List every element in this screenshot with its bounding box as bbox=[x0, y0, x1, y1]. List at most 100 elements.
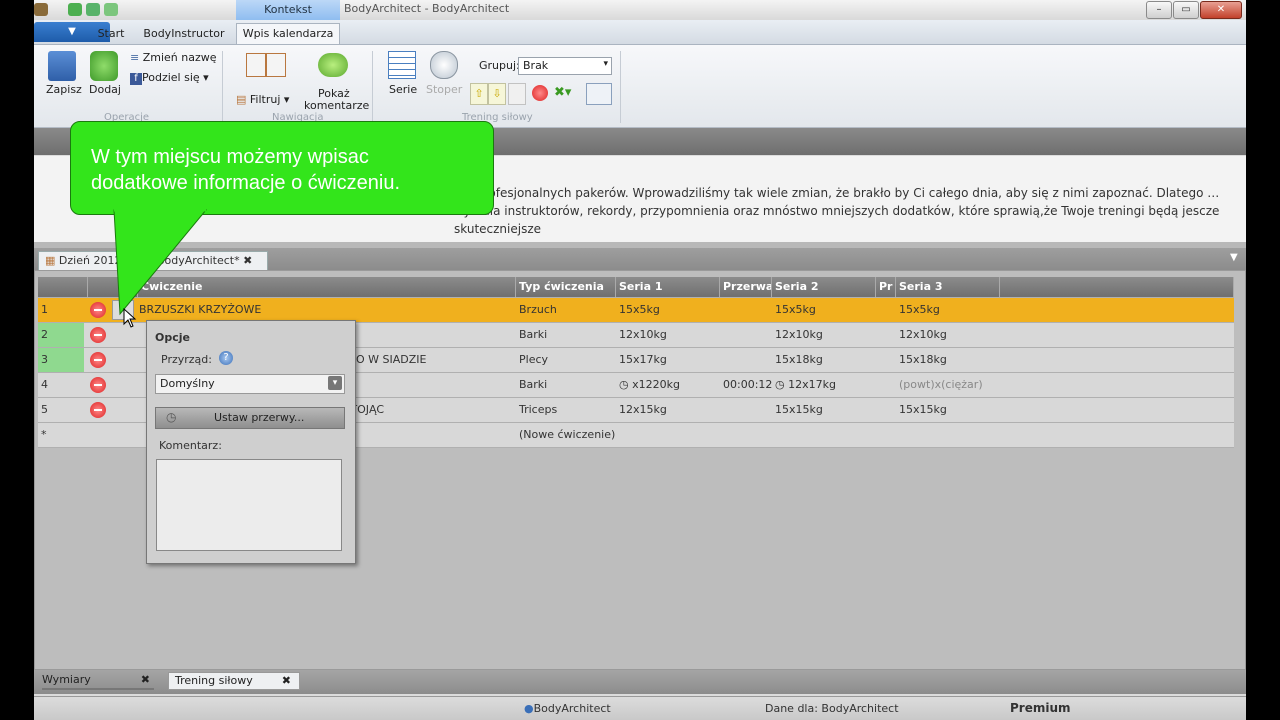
type-cell[interactable]: Barki bbox=[516, 373, 616, 397]
bottom-tabs: Wymiary ✖ Trening siłowy ✖ bbox=[34, 670, 1246, 694]
group-separator bbox=[372, 51, 373, 123]
set-1-cell[interactable]: ◷ x1220kg bbox=[616, 373, 720, 397]
assign-label: Przyrząd: bbox=[161, 353, 212, 366]
chevron-down-icon: ▾ bbox=[328, 376, 342, 390]
maximize-button[interactable]: ▭ bbox=[1173, 1, 1199, 19]
set-3-cell[interactable]: 15x5kg bbox=[896, 298, 1000, 322]
set-2-cell[interactable]: 15x15kg bbox=[772, 398, 876, 422]
set-2-cell[interactable]: ◷ 12x17kg bbox=[772, 373, 876, 397]
header-type[interactable]: Typ ćwiczenia bbox=[516, 277, 616, 297]
forward-icon[interactable] bbox=[104, 3, 118, 16]
help-icon[interactable]: ? bbox=[219, 351, 233, 365]
context-tab[interactable]: Kontekst bbox=[236, 0, 340, 20]
delete-row-icon[interactable] bbox=[90, 352, 106, 368]
refresh-icon[interactable] bbox=[68, 3, 82, 16]
columns-icon[interactable] bbox=[586, 83, 612, 105]
type-cell[interactable]: Triceps bbox=[516, 398, 616, 422]
back-icon[interactable] bbox=[86, 3, 100, 16]
row-index: 1 bbox=[41, 303, 48, 316]
save-button[interactable]: Zapisz bbox=[46, 83, 82, 96]
set-3-cell[interactable]: 15x15kg bbox=[896, 398, 1000, 422]
set-1-cell[interactable]: 15x17kg bbox=[616, 348, 720, 372]
popup-title: Opcje bbox=[155, 331, 190, 344]
series-button[interactable]: Serie bbox=[389, 83, 417, 96]
rest-cell[interactable] bbox=[720, 348, 772, 372]
series-grid-icon[interactable] bbox=[388, 51, 416, 79]
options-popup: Opcje Przyrząd: ? Domyślny ▾ ◷ Ustaw prz… bbox=[146, 320, 356, 564]
header-set-1[interactable]: Seria 1 bbox=[616, 277, 720, 297]
new-exercise-cell[interactable]: (Nowe ćwiczenie) bbox=[516, 423, 716, 447]
user-icon: ● bbox=[524, 702, 534, 715]
rename-button[interactable]: ≡ Zmień nazwę bbox=[130, 51, 217, 64]
type-cell[interactable]: Plecy bbox=[516, 348, 616, 372]
tab-bodyinstructor[interactable]: BodyInstructor bbox=[140, 24, 228, 44]
delete-row-icon[interactable] bbox=[90, 402, 106, 418]
header-set-3[interactable]: Seria 3 bbox=[896, 277, 1000, 297]
set-1-cell[interactable]: 12x10kg bbox=[616, 323, 720, 347]
assign-select[interactable]: Domyślny ▾ bbox=[155, 374, 345, 394]
mouse-cursor-icon bbox=[123, 308, 137, 328]
calendar-prev-icon[interactable] bbox=[246, 53, 266, 77]
group-separator bbox=[222, 51, 223, 123]
tab-calendar-entry[interactable]: Wpis kalendarza bbox=[236, 23, 340, 44]
rest-cell[interactable] bbox=[720, 298, 772, 322]
close-tab-icon[interactable]: ✖ bbox=[141, 672, 150, 688]
group-by-select[interactable]: Brak ▾ bbox=[518, 57, 612, 75]
rest-cell[interactable]: 00:00:12 bbox=[720, 373, 772, 397]
set-3-cell[interactable]: (powt)x(ciężar) bbox=[896, 373, 1000, 397]
delete-row-icon[interactable] bbox=[90, 377, 106, 393]
tab-measurements[interactable]: Wymiary ✖ bbox=[42, 672, 154, 690]
delete-row-icon[interactable] bbox=[90, 327, 106, 343]
set-2-cell[interactable]: 12x10kg bbox=[772, 323, 876, 347]
title-bar: Kontekst BodyArchitect - BodyArchitect –… bbox=[34, 0, 1246, 20]
comment-label: Komentarz: bbox=[159, 439, 222, 452]
move-down-icon[interactable]: ⇩ bbox=[488, 83, 506, 105]
rest-cell[interactable] bbox=[720, 398, 772, 422]
cut-icon[interactable]: ✖▾ bbox=[554, 85, 576, 101]
filter-button[interactable]: ▤ Filtruj ▾ bbox=[236, 93, 289, 106]
stopwatch-button[interactable]: Stoper bbox=[426, 83, 462, 96]
remove-icon[interactable] bbox=[532, 85, 548, 101]
comments-icon[interactable] bbox=[318, 53, 348, 77]
timer-icon: ◷ bbox=[166, 410, 177, 424]
share-button[interactable]: f Podziel się ▾ bbox=[130, 71, 209, 85]
header-filler bbox=[1000, 277, 1234, 297]
set-breaks-button[interactable]: ◷ Ustaw przerwy... bbox=[155, 407, 345, 429]
list-icon[interactable] bbox=[508, 83, 526, 105]
chevron-down-icon[interactable]: ▼ bbox=[1230, 252, 1238, 263]
tab-start[interactable]: Start bbox=[94, 24, 128, 44]
set-3-cell[interactable]: 12x10kg bbox=[896, 323, 1000, 347]
show-comments-label-2[interactable]: komentarze bbox=[304, 99, 369, 112]
rename-icon: ≡ bbox=[130, 51, 140, 64]
save-icon[interactable] bbox=[48, 51, 76, 81]
type-cell[interactable]: Brzuch bbox=[516, 298, 616, 322]
set-1-cell[interactable]: 15x5kg bbox=[616, 298, 720, 322]
header-rest-2[interactable]: Pr bbox=[876, 277, 896, 297]
set-breaks-label: Ustaw przerwy... bbox=[214, 411, 305, 424]
timer-icon: ◷ bbox=[619, 378, 629, 391]
comment-textarea[interactable] bbox=[156, 459, 342, 551]
header-set-2[interactable]: Seria 2 bbox=[772, 277, 876, 297]
add-button[interactable]: Dodaj bbox=[89, 83, 121, 96]
callout-pointer bbox=[113, 208, 208, 316]
chevron-down-icon: ▾ bbox=[283, 93, 290, 106]
header-rest[interactable]: Przerwa bbox=[720, 277, 772, 297]
close-button[interactable]: ✕ bbox=[1200, 1, 1242, 19]
set-2-cell[interactable]: 15x18kg bbox=[772, 348, 876, 372]
close-tab-icon[interactable]: ✖ bbox=[282, 673, 291, 689]
chevron-down-icon: ▾ bbox=[603, 59, 608, 69]
set-1-cell[interactable]: 12x15kg bbox=[616, 398, 720, 422]
set-3-cell[interactable]: 15x18kg bbox=[896, 348, 1000, 372]
window-title: BodyArchitect - BodyArchitect bbox=[344, 2, 510, 15]
delete-row-icon[interactable] bbox=[90, 302, 106, 318]
type-cell[interactable]: Barki bbox=[516, 323, 616, 347]
clock-icon[interactable] bbox=[430, 51, 458, 79]
rest-cell[interactable] bbox=[720, 323, 772, 347]
tab-strength-training[interactable]: Trening siłowy ✖ bbox=[168, 672, 300, 690]
set-2-cell[interactable]: 15x5kg bbox=[772, 298, 876, 322]
header-corner bbox=[38, 277, 88, 297]
move-up-icon[interactable]: ⇧ bbox=[470, 83, 488, 105]
add-icon[interactable] bbox=[90, 51, 118, 81]
minimize-button[interactable]: – bbox=[1146, 1, 1172, 19]
calendar-next-icon[interactable] bbox=[266, 53, 286, 77]
